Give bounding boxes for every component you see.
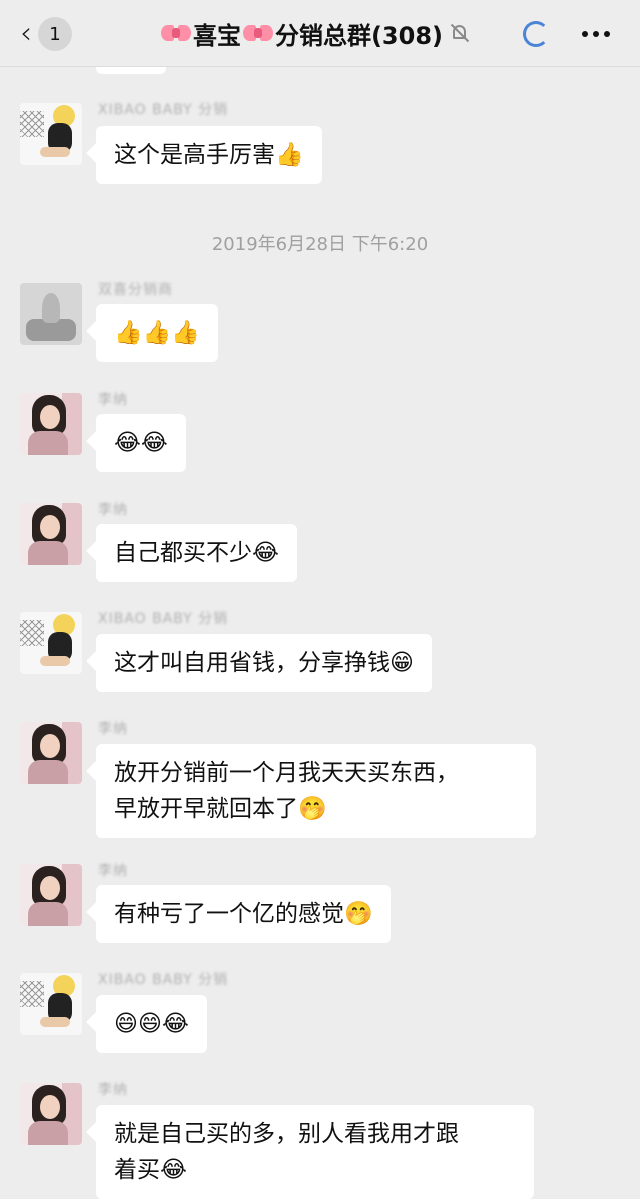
avatar[interactable] <box>20 283 82 345</box>
sender-name: 李纳 <box>98 1082 128 1098</box>
sender-name: XIBAO BABY 分销 <box>98 611 229 627</box>
message-bubble[interactable]: 👍👍👍 <box>96 304 218 362</box>
dot-icon <box>593 31 599 37</box>
message-bubble[interactable]: 这个是高手厉害👍 <box>96 126 322 184</box>
message-bubble[interactable]: 这才叫自用省钱，分享挣钱😁 <box>96 634 432 692</box>
avatar[interactable] <box>20 393 82 455</box>
dot-icon <box>604 31 610 37</box>
unread-count-badge: 1 <box>38 17 72 51</box>
message-bubble[interactable]: 就是自己买的多，别人看我用才跟 着买😂 <box>96 1105 534 1199</box>
avatar[interactable] <box>20 722 82 784</box>
sender-name: 李纳 <box>98 863 128 879</box>
back-button[interactable]: ‹ 1 <box>20 17 90 51</box>
avatar[interactable] <box>20 864 82 926</box>
bow-icon <box>242 23 273 43</box>
message-bubble[interactable]: 自己都买不少😂 <box>96 524 297 582</box>
avatar[interactable] <box>20 503 82 565</box>
avatar[interactable] <box>20 103 82 165</box>
chat-header: ‹ 1 喜宝 分销总群(308) <box>0 0 640 67</box>
mute-bell-icon <box>449 22 471 44</box>
loading-spinner-icon[interactable] <box>523 21 549 47</box>
message-bubble[interactable]: 有种亏了一个亿的感觉🤭 <box>96 885 391 943</box>
avatar[interactable] <box>20 973 82 1035</box>
sender-name: 李纳 <box>98 392 128 408</box>
message-bubble[interactable]: 放开分销前一个月我天天买东西， 早放开早就回本了🤭 <box>96 744 536 838</box>
chat-title-group: 分销总群(308) <box>274 21 444 50</box>
avatar[interactable] <box>20 1083 82 1145</box>
sender-name: 双喜分销商 <box>98 282 173 298</box>
more-options-button[interactable] <box>576 18 616 50</box>
message-bubble[interactable]: 😄😄😂 <box>96 995 207 1053</box>
chevron-left-icon: ‹ <box>20 16 32 51</box>
sender-name: XIBAO BABY 分销 <box>98 972 229 988</box>
sender-name: 李纳 <box>98 502 128 518</box>
chat-title-name: 喜宝 <box>192 21 241 50</box>
message-bubble[interactable]: 😂😂 <box>96 414 186 472</box>
sender-name: XIBAO BABY 分销 <box>98 102 229 118</box>
dot-icon <box>582 31 588 37</box>
avatar[interactable] <box>20 612 82 674</box>
bow-icon <box>160 23 191 43</box>
chat-title: 喜宝 分销总群(308) <box>110 14 520 52</box>
timestamp: 2019年6月28日 下午6:20 <box>211 234 429 255</box>
sender-name: 李纳 <box>98 721 128 737</box>
